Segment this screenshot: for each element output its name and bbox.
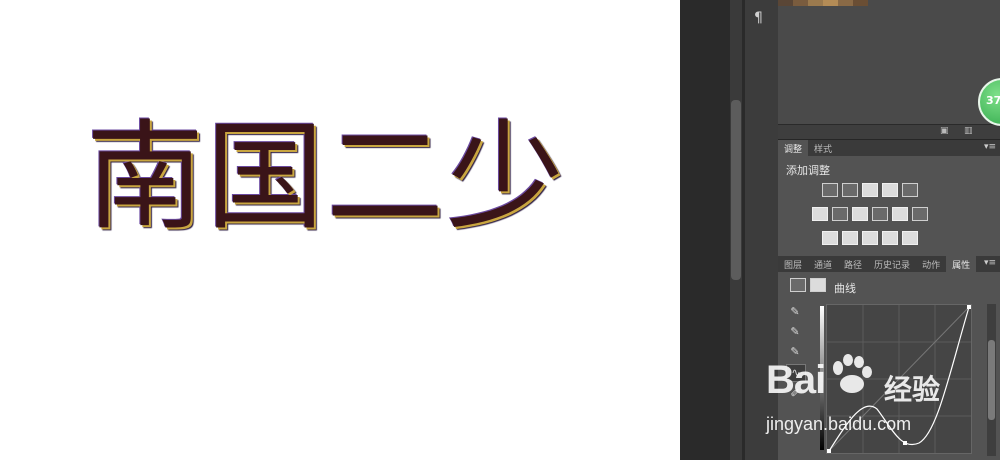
tab-actions[interactable]: 动作 bbox=[916, 256, 946, 272]
eyedropper-black-icon[interactable]: ✎ bbox=[786, 304, 804, 320]
levels-icon[interactable] bbox=[842, 183, 858, 197]
curves-adjustment-icon[interactable] bbox=[790, 278, 806, 292]
tab-paths[interactable]: 路径 bbox=[838, 256, 868, 272]
properties-scroll-thumb[interactable] bbox=[988, 340, 995, 420]
color-lookup-icon[interactable] bbox=[912, 207, 928, 221]
properties-menu-icon[interactable]: ▾≡ bbox=[984, 258, 996, 268]
invert-icon[interactable] bbox=[822, 231, 838, 245]
curves-icon[interactable] bbox=[862, 183, 878, 197]
add-adjustment-title: 添加调整 bbox=[786, 164, 830, 177]
watermark-brand-text: 经验 bbox=[884, 373, 941, 406]
hue-saturation-icon[interactable] bbox=[812, 207, 828, 221]
baidu-watermark: Bai 经验 jingyan.baidu.com bbox=[766, 352, 986, 448]
trash-icon[interactable]: ▥ bbox=[964, 126, 973, 136]
adjustments-tabbar: 调整 样式 bbox=[778, 140, 1000, 156]
brightness-contrast-icon[interactable] bbox=[822, 183, 838, 197]
paw-icon bbox=[833, 354, 872, 393]
selective-color-icon[interactable] bbox=[902, 231, 918, 245]
eyedropper-gray-icon[interactable]: ✎ bbox=[786, 324, 804, 340]
tab-layers[interactable]: 图层 bbox=[778, 256, 808, 272]
document-canvas[interactable]: 南国二少 bbox=[0, 0, 680, 460]
posterize-icon[interactable] bbox=[842, 231, 858, 245]
adjustment-icon-row-3 bbox=[822, 231, 918, 245]
channel-mixer-icon[interactable] bbox=[892, 207, 908, 221]
watermark-logo-text: Bai bbox=[766, 358, 826, 402]
adjustment-icon-row-2 bbox=[812, 207, 928, 221]
tab-properties[interactable]: 属性 bbox=[946, 256, 977, 272]
black-white-icon[interactable] bbox=[852, 207, 868, 221]
vibrance-icon[interactable] bbox=[902, 183, 918, 197]
layer-mask-icon[interactable] bbox=[810, 278, 826, 292]
artwork-text: 南国二少 bbox=[86, 108, 567, 246]
panel-menu-icon[interactable]: ▾≡ bbox=[984, 142, 996, 152]
color-balance-icon[interactable] bbox=[832, 207, 848, 221]
watermark-url: jingyan.baidu.com bbox=[766, 414, 912, 434]
paragraph-icon[interactable]: ¶ bbox=[754, 10, 763, 26]
badge-count: 37 bbox=[986, 94, 1000, 107]
tab-styles[interactable]: 样式 bbox=[808, 140, 838, 156]
tab-adjustments[interactable]: 调整 bbox=[778, 140, 809, 156]
adjustments-panel: 调整 样式 ▾≡ 添加调整 bbox=[778, 140, 1000, 256]
threshold-icon[interactable] bbox=[862, 231, 878, 245]
gradient-map-icon[interactable] bbox=[882, 231, 898, 245]
tab-channels[interactable]: 通道 bbox=[808, 256, 838, 272]
adjustment-icon-row-1 bbox=[822, 183, 918, 197]
tab-history[interactable]: 历史记录 bbox=[868, 256, 916, 272]
properties-tabbar: 图层 通道 路径 历史记录 动作 属性 bbox=[778, 256, 1000, 272]
swatches-panel bbox=[778, 0, 1000, 124]
photo-filter-icon[interactable] bbox=[872, 207, 888, 221]
new-swatch-icon[interactable]: ▣ bbox=[940, 126, 949, 136]
exposure-icon[interactable] bbox=[882, 183, 898, 197]
swatch-row[interactable] bbox=[778, 0, 868, 6]
canvas-scroll-thumb[interactable] bbox=[731, 100, 741, 280]
properties-header: 曲线 bbox=[778, 272, 1000, 300]
adjustment-name: 曲线 bbox=[834, 282, 856, 295]
